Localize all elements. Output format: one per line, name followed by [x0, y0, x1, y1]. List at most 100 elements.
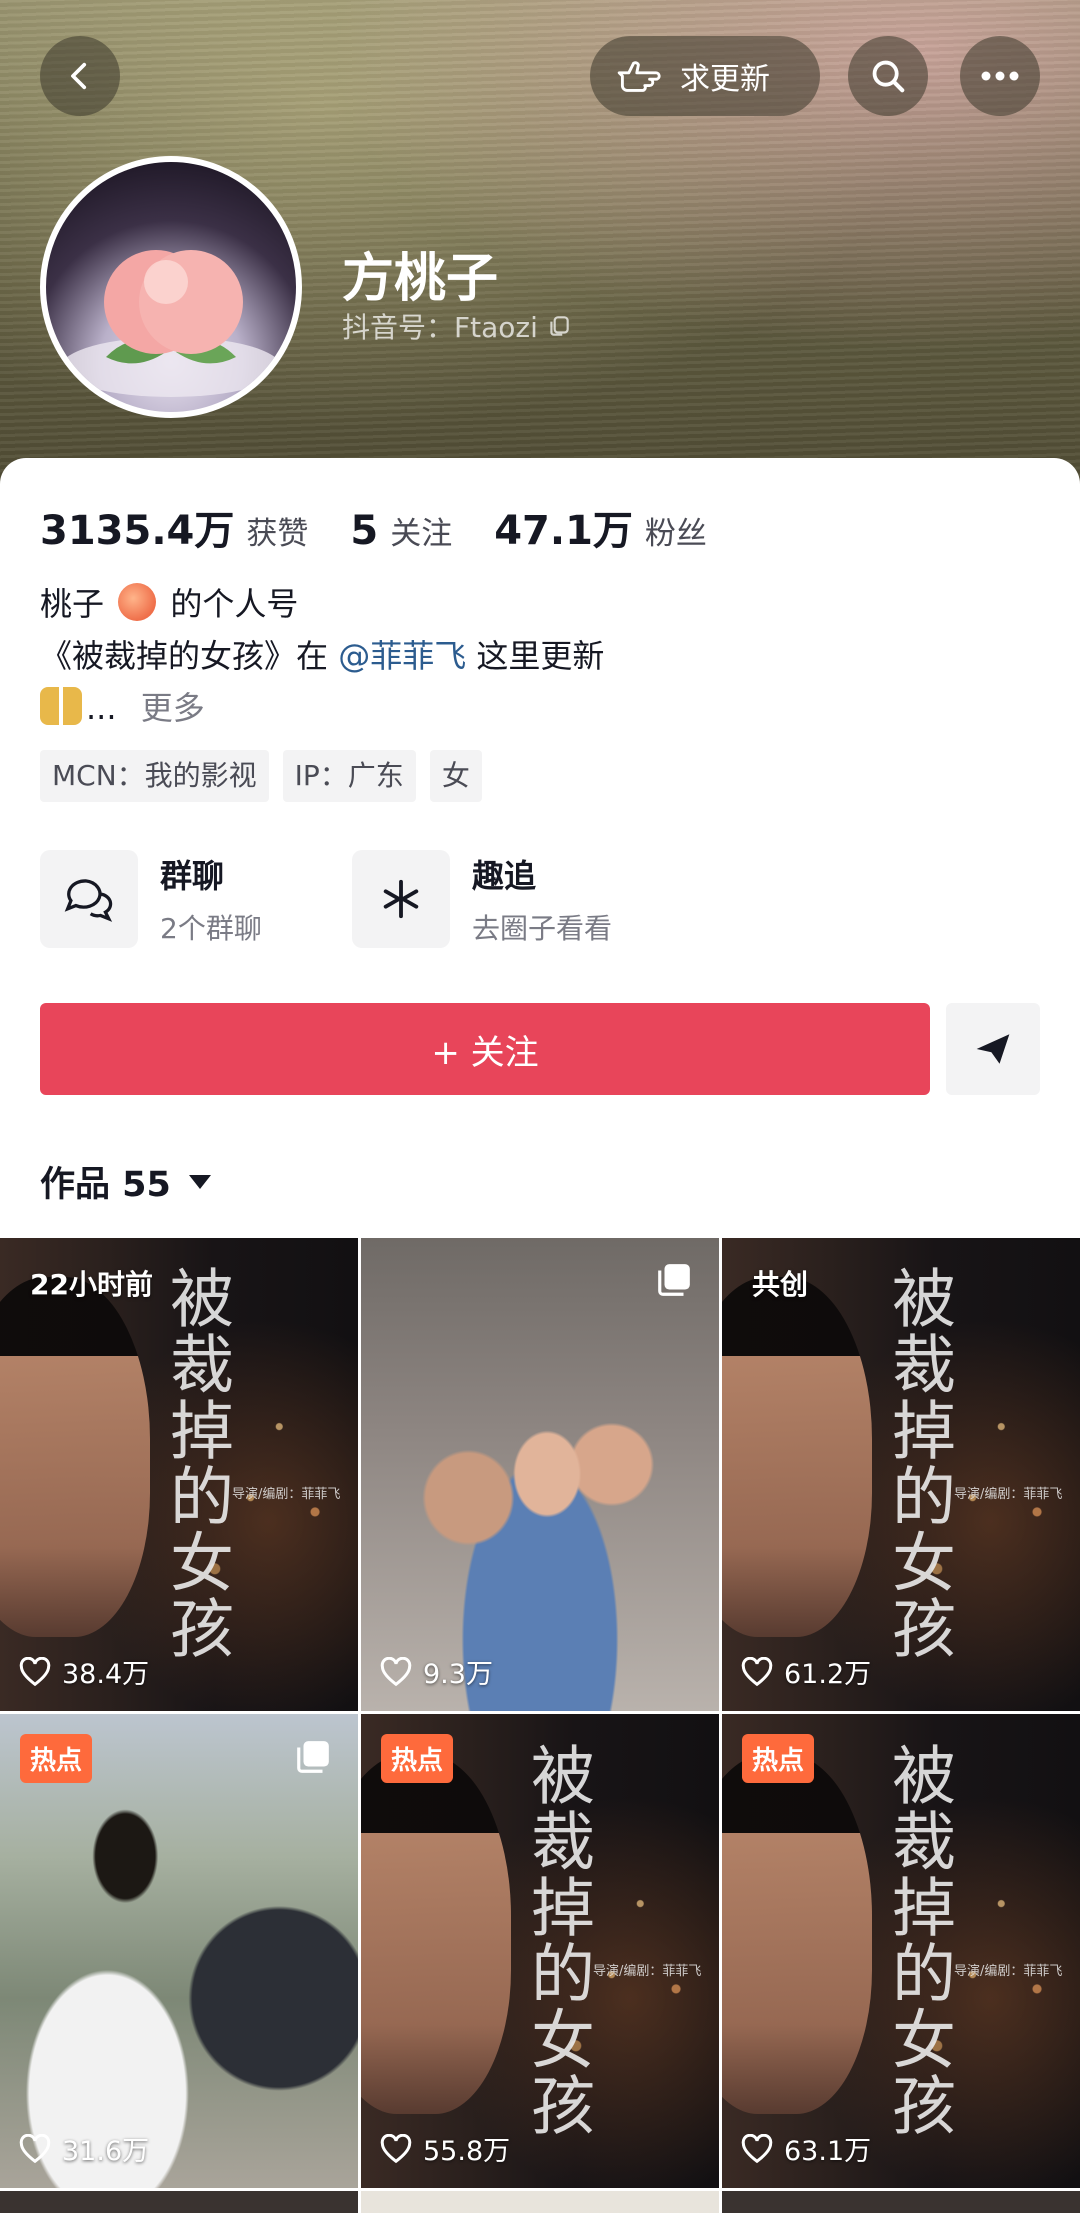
bio-text: 《被裁掉的女孩》在	[40, 637, 329, 675]
heart-icon	[380, 1656, 412, 1686]
likes-count: 3135.4万	[40, 508, 235, 554]
likes-count: 9.3万	[423, 1659, 493, 1690]
video-time: 22小时前	[30, 1268, 153, 1301]
poster-title: 被裁掉的女孩	[520, 1742, 594, 2138]
mention-link[interactable]: @菲菲飞	[338, 637, 466, 675]
multi-image-icon	[297, 1741, 329, 1773]
copy-icon[interactable]	[546, 313, 572, 339]
multi-image-icon	[658, 1264, 690, 1296]
video-item[interactable]: 热点 31.6万	[0, 1714, 358, 2188]
bio-text: 的个人号	[170, 585, 299, 623]
follow-button[interactable]: + 关注	[40, 1003, 930, 1095]
video-item-peek[interactable]	[722, 2191, 1080, 2213]
video-likes: 61.2万	[740, 1652, 871, 1691]
poster-title: 被裁掉的女孩	[881, 1742, 955, 2138]
request-update-button[interactable]: 求更新	[590, 36, 820, 116]
bio: 桃子 的个人号 《被裁掉的女孩》在 @菲菲飞 这里更新 ... 更多	[40, 578, 604, 734]
likes-count: 63.1万	[784, 2136, 872, 2167]
profile-panel: 3135.4万 获赞 5 关注 47.1万 粉丝 桃子 的个人号 《被裁掉的女孩…	[0, 458, 1080, 1238]
poster-credit: 导演/编剧：菲菲飞	[232, 1487, 341, 1502]
douyin-id-text: 抖音号：Ftaozi	[342, 311, 538, 344]
poster-face	[0, 1277, 150, 1637]
chat-bubbles-icon	[64, 879, 113, 922]
video-item[interactable]: 被裁掉的女孩 导演/编剧：菲菲飞 共创 61.2万	[722, 1237, 1080, 1711]
quzhui-entry[interactable]: 趣追 去圈子看看	[352, 850, 612, 948]
hot-badge: 热点	[381, 1734, 454, 1783]
video-item-peek[interactable]	[0, 2191, 358, 2213]
more-dots-icon	[981, 71, 1019, 81]
group-chat-entry[interactable]: 群聊 2个群聊	[40, 850, 262, 948]
video-likes: 55.8万	[379, 2129, 510, 2168]
back-button[interactable]	[40, 36, 120, 116]
hot-badge: 热点	[20, 1734, 93, 1783]
heart-icon	[741, 2133, 773, 2163]
co-create-label: 共创	[752, 1268, 809, 1301]
bio-line-1: 桃子 的个人号	[40, 578, 604, 630]
bio-more-link[interactable]: 更多	[141, 689, 205, 727]
more-button[interactable]	[960, 36, 1040, 116]
likes-label: 获赞	[246, 516, 309, 552]
likes-count: 31.6万	[62, 2136, 150, 2167]
profile-tags: MCN：我的影视 IP：广东 女	[40, 750, 482, 802]
video-item[interactable]: 被裁掉的女孩 导演/编剧：菲菲飞 热点 63.1万	[722, 1714, 1080, 2188]
poster-credit: 导演/编剧：菲菲飞	[954, 1964, 1063, 1979]
group-chat-subtitle: 2个群聊	[160, 912, 262, 945]
bio-text: 这里更新	[476, 637, 605, 675]
likes-count: 55.8万	[423, 2136, 511, 2167]
pointing-hand-icon	[617, 61, 661, 92]
poster-credit: 导演/编剧：菲菲飞	[593, 1964, 702, 1979]
video-item[interactable]: 被裁掉的女孩 导演/编剧：菲菲飞 22小时前 38.4万	[0, 1237, 358, 1711]
hot-badge: 热点	[742, 1734, 815, 1783]
fans-label[interactable]: 粉丝	[645, 508, 707, 553]
bio-ellipsis: ...	[86, 689, 117, 727]
avatar[interactable]	[40, 156, 302, 418]
profile-name: 方桃子	[342, 249, 499, 309]
share-button[interactable]	[946, 1003, 1040, 1095]
request-update-label: 求更新	[680, 62, 770, 97]
ip-tag: IP：广东	[282, 750, 416, 802]
poster-credit: 导演/编剧：菲菲飞	[954, 1487, 1063, 1502]
douyin-id[interactable]: 抖音号：Ftaozi	[342, 306, 572, 346]
peach-avatar-icon	[61, 250, 281, 397]
fans-count[interactable]: 47.1万	[494, 498, 633, 556]
poster-title: 被裁掉的女孩	[881, 1265, 955, 1661]
heart-icon	[19, 2133, 51, 2163]
heart-icon	[380, 2133, 412, 2163]
mcn-tag[interactable]: MCN：我的影视	[40, 750, 269, 802]
video-item-peek[interactable]	[361, 2191, 719, 2213]
bio-line-2: 《被裁掉的女孩》在 @菲菲飞 这里更新	[40, 630, 604, 682]
dancers-emoji-icon	[40, 687, 82, 725]
peach-emoji-icon	[118, 583, 157, 621]
poster-face	[361, 1754, 511, 2114]
video-likes: 63.1万	[740, 2129, 871, 2168]
sparkle-icon	[383, 879, 419, 919]
bio-text: 桃子	[40, 585, 105, 623]
heart-icon	[741, 1656, 773, 1686]
video-likes: 38.4万	[18, 1652, 149, 1691]
bio-line-3: ... 更多	[40, 682, 604, 734]
group-chat-icon-box	[40, 850, 138, 948]
video-item[interactable]: 被裁掉的女孩 导演/编剧：菲菲飞 热点 55.8万	[361, 1714, 719, 2188]
send-icon	[976, 1034, 1010, 1064]
video-likes: 31.6万	[18, 2129, 149, 2168]
search-icon	[872, 60, 905, 93]
heart-icon	[19, 1656, 51, 1686]
group-chat-title: 群聊	[160, 857, 225, 895]
poster-face	[722, 1754, 872, 2114]
works-tab[interactable]: 作品 55	[40, 1156, 211, 1207]
video-likes: 9.3万	[379, 1652, 493, 1691]
search-button[interactable]	[848, 36, 928, 116]
poster-title: 被裁掉的女孩	[159, 1265, 233, 1661]
quzhui-title: 趣追	[472, 857, 537, 895]
profile-stats: 3135.4万 获赞 5 关注 47.1万 粉丝	[40, 498, 749, 556]
following-label[interactable]: 关注	[390, 508, 452, 553]
video-item[interactable]: 9.3万	[361, 1237, 719, 1711]
likes-count: 38.4万	[62, 1659, 150, 1690]
caret-down-icon	[188, 1174, 211, 1189]
following-count[interactable]: 5	[350, 508, 378, 554]
video-grid: 被裁掉的女孩 导演/编剧：菲菲飞 22小时前 38.4万 9.3万 被裁掉的女孩…	[0, 1237, 1080, 2188]
works-label: 作品 55	[40, 1165, 171, 1205]
gender-tag: 女	[429, 750, 482, 802]
chevron-left-icon	[71, 62, 87, 90]
quzhui-subtitle: 去圈子看看	[472, 912, 613, 945]
